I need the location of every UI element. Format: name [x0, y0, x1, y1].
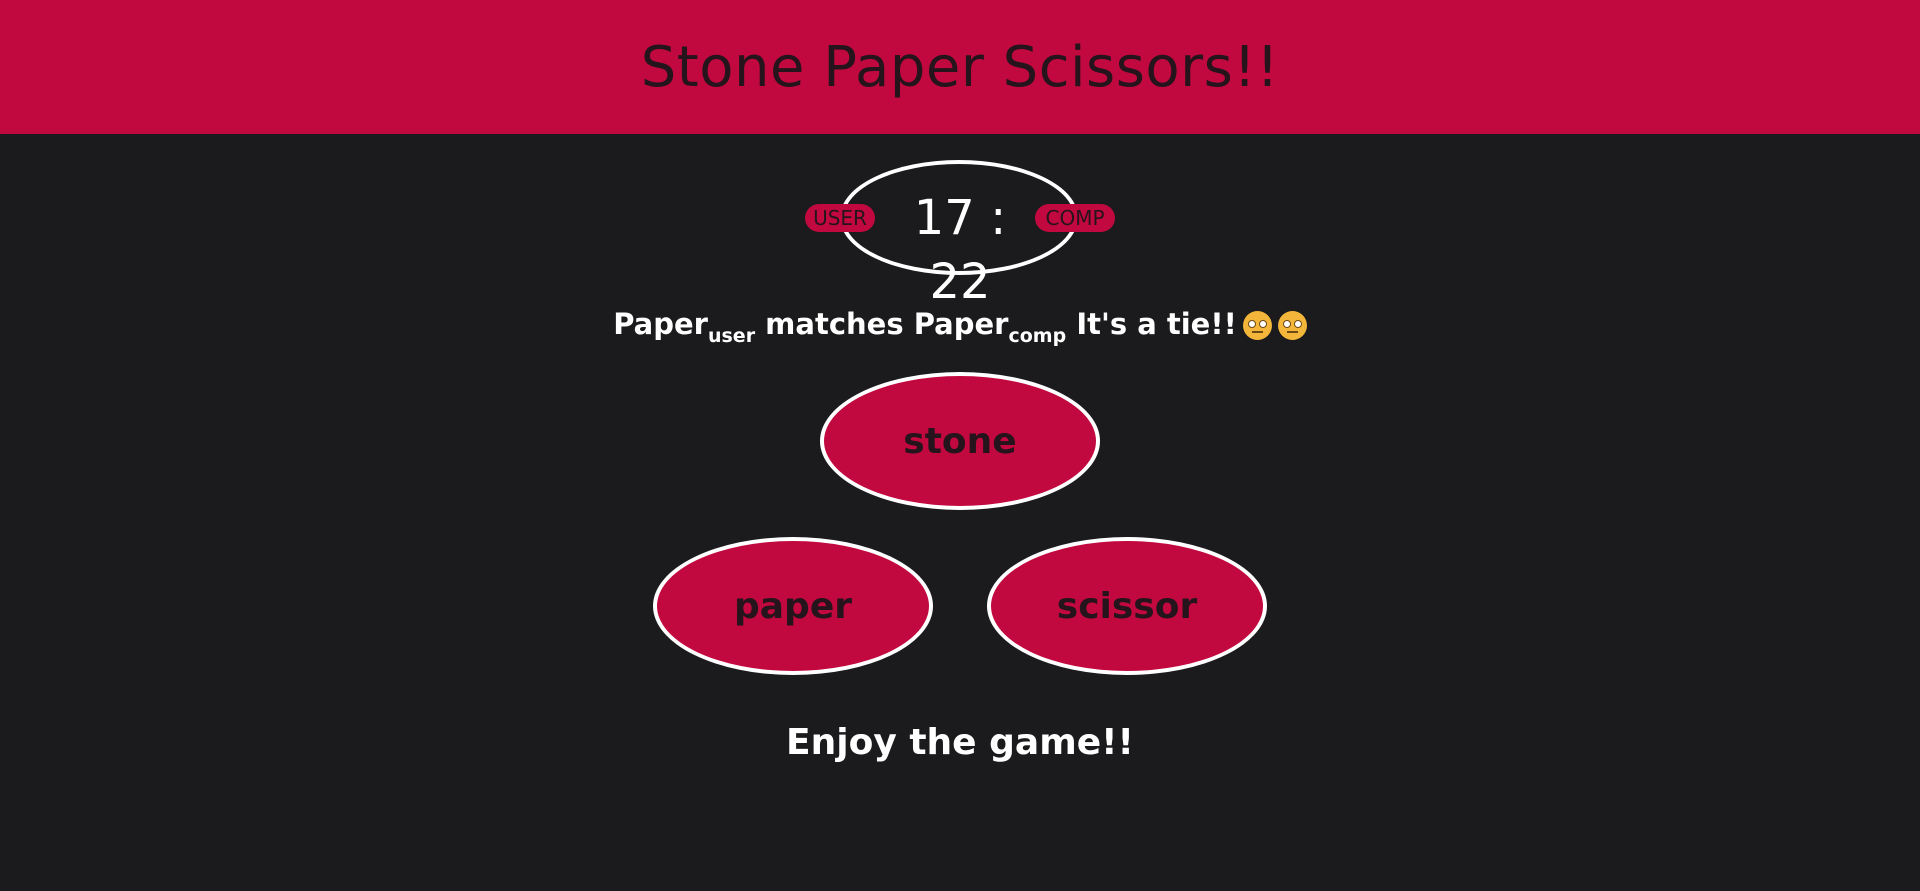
footer-message: Enjoy the game!! [786, 722, 1134, 763]
neutral-face-icon [1277, 311, 1307, 340]
comp-choice-text: Paper [913, 307, 1009, 341]
page-title: Stone Paper Scissors!! [640, 34, 1280, 100]
result-verb: matches [765, 307, 904, 341]
result-message: Paperuser matches Papercomp It's a tie!! [560, 302, 1360, 346]
paper-button[interactable]: paper [653, 537, 933, 675]
comp-score-badge: COMP [1035, 204, 1115, 232]
user-subscript: user [707, 325, 756, 347]
score-display: 17 : 22 [913, 190, 1007, 310]
app-header: Stone Paper Scissors!! [0, 0, 1920, 134]
result-outcome: It's a tie!! [1076, 307, 1237, 341]
stone-button[interactable]: stone [820, 372, 1100, 510]
user-score-badge: USER [805, 204, 875, 232]
neutral-face-icon [1242, 311, 1272, 340]
comp-subscript: comp [1008, 325, 1067, 347]
user-choice-text: Paper [613, 307, 708, 341]
scissor-button[interactable]: scissor [987, 537, 1267, 675]
